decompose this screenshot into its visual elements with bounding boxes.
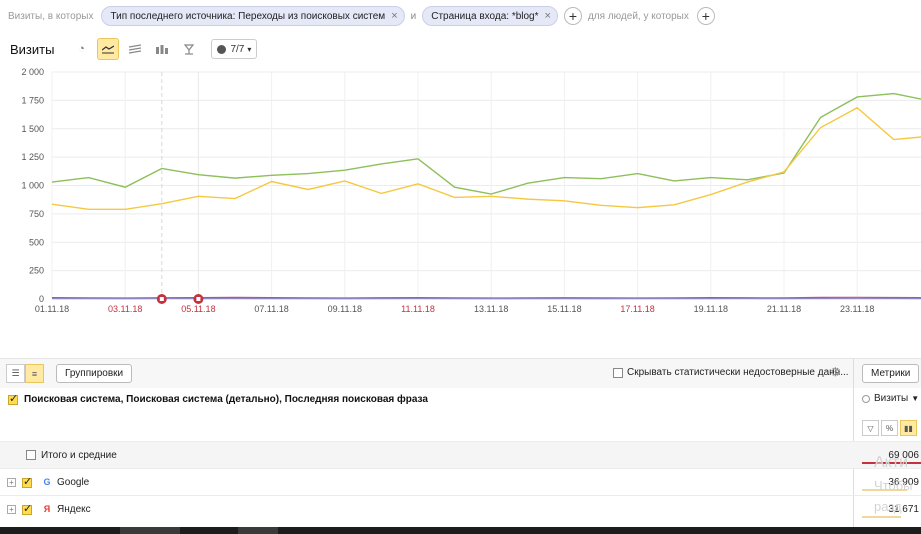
annotation-marker-glyph <box>196 297 201 301</box>
pie-chart-icon[interactable]: ◔ <box>70 38 92 60</box>
checkbox-icon <box>613 367 623 378</box>
series-line-3 <box>51 296 921 299</box>
dimensions-header[interactable]: Поисковая система, Поисковая система (де… <box>0 388 853 440</box>
notes-dropdown[interactable]: 7/7 ▾ <box>211 39 258 59</box>
filter-chip-source-label: Тип последнего источника: Переходы из по… <box>110 10 386 22</box>
percent-icon[interactable]: % <box>881 420 898 436</box>
close-icon[interactable]: × <box>391 10 397 22</box>
expand-icon[interactable]: + <box>7 504 16 514</box>
y-tick-label: 1 250 <box>21 152 44 162</box>
x-tick-label: 23.11.18 <box>840 304 874 314</box>
activation-watermark-line2: Чтобы <box>874 478 913 493</box>
activation-watermark-line3: разд <box>874 499 902 514</box>
groupings-button[interactable]: Группировки <box>56 364 133 383</box>
yandex-icon: Я <box>43 504 51 514</box>
google-icon: G <box>43 477 51 487</box>
filter-lead-text: Визиты, в которых <box>8 10 94 22</box>
y-tick-label: 750 <box>29 209 44 219</box>
line-chart-icon[interactable] <box>97 38 120 60</box>
list-view-icon[interactable]: ☰ <box>6 364 25 383</box>
y-tick-label: 1 500 <box>21 124 44 134</box>
notes-count: 7/7 <box>230 43 245 55</box>
y-tick-label: 500 <box>29 237 44 247</box>
filter-chip-source[interactable]: Тип последнего источника: Переходы из по… <box>101 6 405 26</box>
filter-people-text: для людей, у которых <box>587 10 689 22</box>
taskbar-segment <box>238 527 278 534</box>
x-tick-label: 15.11.18 <box>547 304 581 314</box>
x-tick-label: 01.11.18 <box>35 304 69 314</box>
dimensions-label: Поисковая система, Поисковая система (де… <box>24 394 428 405</box>
taskbar-segment <box>120 527 180 534</box>
y-tick-label: 250 <box>29 266 44 276</box>
chevron-down-icon: ▾ <box>247 44 252 54</box>
x-tick-label: 17.11.18 <box>620 304 654 314</box>
sort-down-icon[interactable]: ▼ <box>911 394 919 403</box>
y-tick-label: 2 000 <box>21 67 44 77</box>
comment-icon <box>217 44 227 54</box>
y-tick-label: 1 750 <box>21 95 44 105</box>
annotation-marker-glyph <box>159 297 164 301</box>
table-row-total: Итого и средние 69 006 <box>0 441 921 468</box>
series-line-1 <box>51 92 921 195</box>
checkbox-icon[interactable] <box>22 502 32 515</box>
filter-chip-landing[interactable]: Страница входа: *blog* × <box>422 6 558 26</box>
filter-chip-landing-label: Страница входа: *blog* <box>431 10 539 22</box>
bar-chart-icon[interactable]: ▮▮ <box>900 420 917 436</box>
x-tick-label: 05.11.18 <box>181 304 215 314</box>
add-people-filter-button[interactable]: + <box>696 7 715 25</box>
gear-icon[interactable]: ⚙ <box>830 365 841 379</box>
activation-watermark-line1: Акти <box>874 454 909 471</box>
table-row[interactable]: + G Google 36 909 <box>0 468 921 495</box>
metric-column-header[interactable]: Визиты ▼ <box>862 393 919 404</box>
hide-unreliable-checkbox[interactable]: Скрывать статистически недостоверные дан… <box>613 367 849 378</box>
x-tick-label: 19.11.18 <box>694 304 728 314</box>
y-tick-label: 0 <box>39 294 44 304</box>
total-label: Итого и средние <box>41 449 117 461</box>
chart-title: Визиты <box>10 41 55 57</box>
x-tick-label: 13.11.18 <box>474 304 508 314</box>
checkbox-icon[interactable] <box>26 450 36 460</box>
checkbox-icon[interactable] <box>8 392 18 405</box>
clock-icon <box>862 394 870 403</box>
metrics-button[interactable]: Метрики <box>862 364 920 383</box>
metric-name: Визиты <box>874 393 909 404</box>
filter-joiner: и <box>410 10 417 22</box>
visits-line-chart: 0 250 500 750 1 000 1 250 1 500 1 750 2 000 01.11… <box>21 67 921 314</box>
table-row[interactable]: + Я Яндекс 31 671 <box>0 495 921 522</box>
close-icon[interactable]: × <box>545 10 551 22</box>
hide-unreliable-label: Скрывать статистически недостоверные дан… <box>627 367 849 378</box>
x-tick-label: 03.11.18 <box>108 304 142 314</box>
add-filter-button[interactable]: + <box>563 7 582 25</box>
metric-display-buttons: ▽ % ▮▮ <box>862 420 919 436</box>
segment-filter-bar: Визиты, в которых Тип последнего источни… <box>0 0 921 32</box>
expand-icon[interactable]: + <box>7 477 16 487</box>
table-toolbar: ☰ ≡ Группировки Скрывать статистически н… <box>0 358 921 388</box>
taskbar-strip <box>0 527 921 534</box>
series-line-2 <box>51 106 921 211</box>
map-chart-icon[interactable] <box>178 38 200 60</box>
row-name: Яндекс <box>57 503 91 515</box>
tree-view-icon[interactable]: ≡ <box>25 364 44 383</box>
area-chart-icon[interactable] <box>124 38 146 60</box>
row-value-bar <box>862 516 901 518</box>
chart-toolbar: Визиты ◔ 7/7 ▾ <box>0 36 921 62</box>
bar-chart-icon[interactable] <box>151 38 173 60</box>
x-tick-label: 21.11.18 <box>767 304 801 314</box>
x-tick-label: 07.11.18 <box>254 304 288 314</box>
x-tick-label: 11.11.18 <box>401 304 435 314</box>
x-tick-label: 09.11.18 <box>328 304 362 314</box>
filter-icon[interactable]: ▽ <box>862 420 879 436</box>
row-name: Google <box>57 476 90 488</box>
y-tick-label: 1 000 <box>21 181 44 191</box>
checkbox-icon[interactable] <box>22 475 32 488</box>
